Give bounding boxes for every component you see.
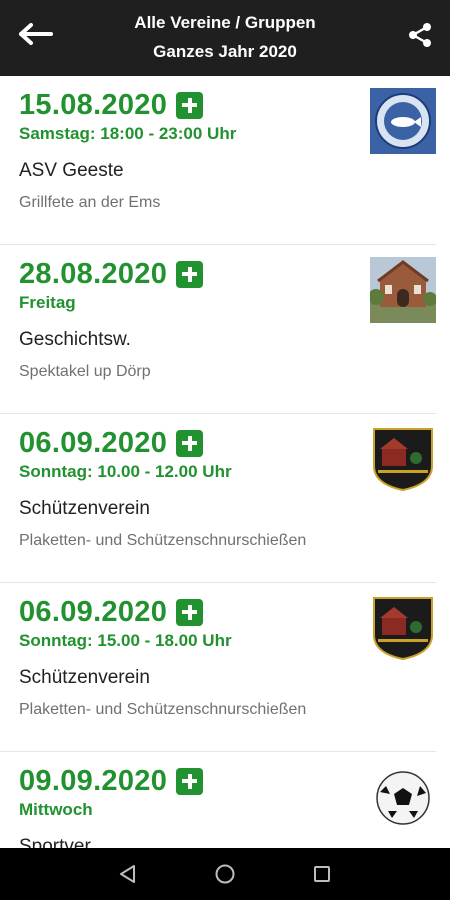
list-item[interactable]: 06.09.2020 Sonntag: 10.00 - 12.00 Uhr Sc… <box>0 414 436 583</box>
list-item[interactable]: 06.09.2020 Sonntag: 15.00 - 18.00 Uhr Sc… <box>0 583 436 752</box>
list-item[interactable]: 09.09.2020 Mittwoch Sportver. <box>0 752 436 848</box>
back-button[interactable] <box>14 18 58 50</box>
event-date: 09.09.2020 <box>19 764 168 797</box>
list-item[interactable]: 15.08.2020 Samstag: 18:00 - 23:00 Uhr AS… <box>0 76 436 245</box>
nav-recents-button[interactable] <box>302 854 342 894</box>
arrow-left-icon <box>19 23 53 45</box>
plus-square-icon[interactable] <box>176 91 204 119</box>
asv-logo-thumbnail[interactable] <box>370 88 436 154</box>
android-navigation-bar <box>0 848 450 900</box>
plus-square-icon[interactable] <box>176 429 204 457</box>
nav-home-button[interactable] <box>205 854 245 894</box>
event-description: Plaketten- und Schützenschnurschießen <box>19 532 307 549</box>
schuetzen-crest-thumbnail[interactable] <box>370 426 436 492</box>
event-date: 06.09.2020 <box>19 426 168 459</box>
nav-recents-icon <box>313 866 330 882</box>
plus-square-icon[interactable] <box>176 598 204 626</box>
plus-square-icon[interactable] <box>176 767 204 795</box>
title-line-1: Alle Vereine / Gruppen <box>134 13 316 32</box>
nav-home-icon <box>215 864 235 884</box>
nav-back-icon <box>120 865 136 883</box>
list-item[interactable]: 28.08.2020 Freitag Geschichtsw. Spektake… <box>0 245 436 414</box>
event-club: ASV Geeste <box>19 160 124 181</box>
event-description: Plaketten- und Schützenschnurschießen <box>19 701 307 718</box>
event-list[interactable]: 15.08.2020 Samstag: 18:00 - 23:00 Uhr AS… <box>0 76 450 848</box>
event-club: Sportver. <box>19 836 96 848</box>
event-description: Spektakel up Dörp <box>19 363 151 380</box>
app-screen: Alle Vereine / Gruppen Ganzes Jahr 2020 … <box>0 0 450 900</box>
event-date: 15.08.2020 <box>19 88 168 121</box>
share-icon <box>409 23 431 47</box>
nav-back-button[interactable] <box>108 854 148 894</box>
schuetzen-crest-thumbnail[interactable] <box>370 595 436 661</box>
event-date: 28.08.2020 <box>19 257 168 290</box>
event-date: 06.09.2020 <box>19 595 168 628</box>
page-title: Alle Vereine / Gruppen Ganzes Jahr 2020 <box>70 8 380 66</box>
soccer-ball-thumbnail[interactable] <box>370 764 436 830</box>
share-button[interactable] <box>402 17 438 53</box>
plus-square-icon[interactable] <box>176 260 204 288</box>
event-club: Schützenverein <box>19 498 150 519</box>
event-description: Grillfete an der Ems <box>19 194 161 211</box>
app-header: Alle Vereine / Gruppen Ganzes Jahr 2020 <box>0 0 450 76</box>
event-club: Geschichtsw. <box>19 329 131 350</box>
title-line-2: Ganzes Jahr 2020 <box>153 42 297 61</box>
event-club: Schützenverein <box>19 667 150 688</box>
building-photo-thumbnail[interactable] <box>370 257 436 323</box>
